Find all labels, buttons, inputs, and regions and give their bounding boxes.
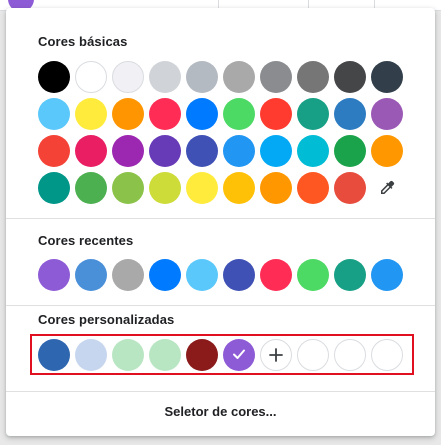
plus-icon bbox=[269, 348, 283, 362]
basic-swatch-pink-red[interactable] bbox=[149, 98, 181, 130]
recent-swatch-blue[interactable] bbox=[371, 259, 403, 291]
basic-colors-row bbox=[38, 172, 403, 204]
color-picker-panel: Cores básicas Cores recentes Cores perso… bbox=[6, 8, 435, 436]
custom-swatch-purple[interactable] bbox=[223, 339, 255, 371]
basic-swatch-light-gray[interactable] bbox=[149, 61, 181, 93]
basic-swatch-medium-gray[interactable] bbox=[260, 61, 292, 93]
basic-swatch-silver-gray[interactable] bbox=[186, 61, 218, 93]
basic-colors-title: Cores básicas bbox=[38, 34, 128, 49]
basic-colors-row bbox=[38, 61, 403, 93]
basic-colors-row bbox=[38, 135, 403, 167]
basic-swatch-purple[interactable] bbox=[371, 98, 403, 130]
recent-swatch-indigo[interactable] bbox=[223, 259, 255, 291]
custom-swatch-dark-red[interactable] bbox=[186, 339, 218, 371]
basic-swatch-deep-purple[interactable] bbox=[149, 135, 181, 167]
basic-swatch-dark-gray[interactable] bbox=[334, 61, 366, 93]
section-divider bbox=[6, 391, 435, 392]
basic-swatch-sky-blue[interactable] bbox=[38, 98, 70, 130]
basic-swatch-light-green[interactable] bbox=[112, 172, 144, 204]
custom-empty-slot[interactable] bbox=[334, 339, 366, 371]
recent-swatch-green[interactable] bbox=[297, 259, 329, 291]
custom-empty-slot[interactable] bbox=[297, 339, 329, 371]
basic-swatch-white[interactable] bbox=[75, 61, 107, 93]
basic-swatch-charcoal[interactable] bbox=[371, 61, 403, 93]
recent-swatch-gray[interactable] bbox=[112, 259, 144, 291]
basic-swatch-orange[interactable] bbox=[112, 98, 144, 130]
color-picker-button[interactable]: Seletor de cores... bbox=[6, 396, 435, 426]
basic-swatch-deep-orange[interactable] bbox=[297, 172, 329, 204]
custom-swatch-mint[interactable] bbox=[149, 339, 181, 371]
eyedropper-icon[interactable] bbox=[371, 172, 403, 204]
basic-colors-row bbox=[38, 98, 403, 130]
basic-swatch-indigo[interactable] bbox=[186, 135, 218, 167]
recent-swatch-blue[interactable] bbox=[149, 259, 181, 291]
custom-swatch-blue[interactable] bbox=[38, 339, 70, 371]
section-divider bbox=[6, 305, 435, 306]
basic-swatch-orange[interactable] bbox=[371, 135, 403, 167]
custom-colors-row bbox=[38, 339, 403, 371]
recent-swatch-purple[interactable] bbox=[38, 259, 70, 291]
recent-swatch-teal[interactable] bbox=[334, 259, 366, 291]
recent-swatch-sky-blue[interactable] bbox=[186, 259, 218, 291]
basic-swatch-off-white[interactable] bbox=[112, 61, 144, 93]
custom-colors-title: Cores personalizadas bbox=[38, 312, 175, 327]
basic-swatch-purple[interactable] bbox=[112, 135, 144, 167]
basic-swatch-blue[interactable] bbox=[186, 98, 218, 130]
basic-swatch-yellow[interactable] bbox=[186, 172, 218, 204]
basic-swatch-teal[interactable] bbox=[38, 172, 70, 204]
recent-swatch-blue[interactable] bbox=[75, 259, 107, 291]
recent-colors-title: Cores recentes bbox=[38, 233, 134, 248]
custom-swatch-mint[interactable] bbox=[112, 339, 144, 371]
basic-swatch-dim-gray[interactable] bbox=[297, 61, 329, 93]
add-custom-color-button[interactable] bbox=[260, 339, 292, 371]
basic-swatch-green[interactable] bbox=[223, 98, 255, 130]
basic-swatch-pink[interactable] bbox=[75, 135, 107, 167]
basic-swatch-red[interactable] bbox=[38, 135, 70, 167]
basic-swatch-blue[interactable] bbox=[223, 135, 255, 167]
basic-swatch-teal[interactable] bbox=[297, 98, 329, 130]
basic-swatch-light-blue[interactable] bbox=[260, 135, 292, 167]
basic-swatch-amber[interactable] bbox=[223, 172, 255, 204]
basic-swatch-yellow[interactable] bbox=[75, 98, 107, 130]
recent-swatch-pink-red[interactable] bbox=[260, 259, 292, 291]
basic-swatch-alizarin[interactable] bbox=[334, 172, 366, 204]
basic-swatch-black[interactable] bbox=[38, 61, 70, 93]
check-icon bbox=[233, 349, 245, 359]
basic-swatch-green[interactable] bbox=[334, 135, 366, 167]
basic-swatch-steel-blue[interactable] bbox=[334, 98, 366, 130]
basic-swatch-orange[interactable] bbox=[260, 172, 292, 204]
basic-swatch-gray[interactable] bbox=[223, 61, 255, 93]
custom-swatch-light-blue[interactable] bbox=[75, 339, 107, 371]
basic-swatch-lime[interactable] bbox=[149, 172, 181, 204]
custom-empty-slot[interactable] bbox=[371, 339, 403, 371]
section-divider bbox=[6, 218, 435, 219]
basic-swatch-cyan[interactable] bbox=[297, 135, 329, 167]
basic-swatch-red[interactable] bbox=[260, 98, 292, 130]
basic-swatch-green[interactable] bbox=[75, 172, 107, 204]
recent-colors-row bbox=[38, 259, 403, 291]
